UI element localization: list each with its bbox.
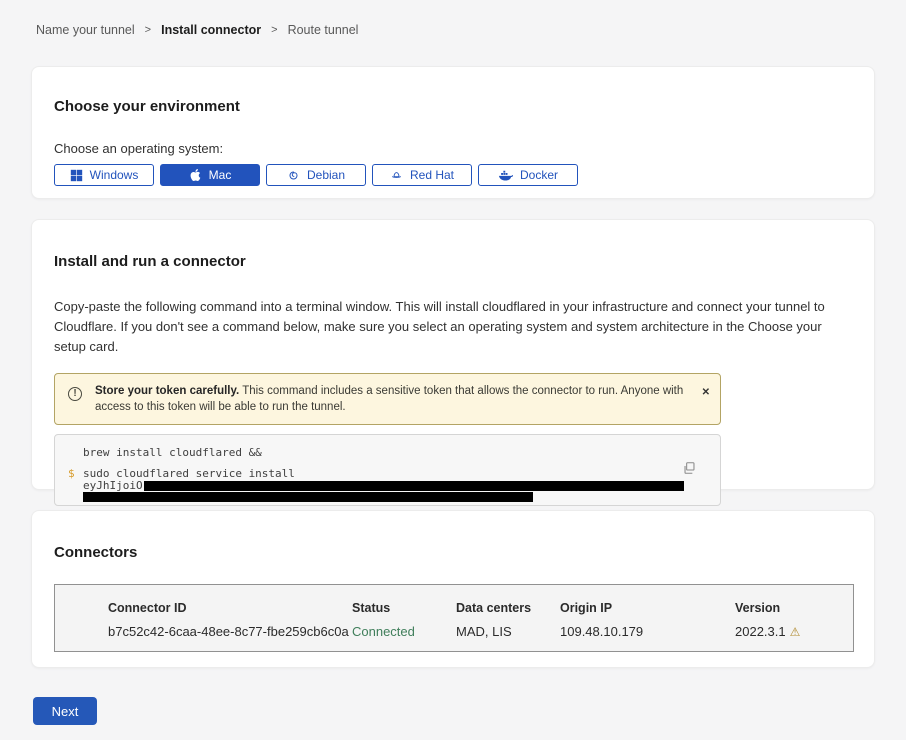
debian-logo-icon [287, 169, 300, 182]
breadcrumb: Name your tunnel > Install connector > R… [0, 0, 906, 37]
os-button-redhat[interactable]: Red Hat [372, 164, 472, 186]
token-warning-banner: ! Store your token carefully. This comma… [54, 373, 721, 425]
os-button-mac[interactable]: Mac [160, 164, 260, 186]
connector-id-value: b7c52c42-6caa-48ee-8c77-fbe259cb6c0a [108, 624, 352, 639]
os-button-label: Debian [307, 168, 345, 182]
col-header-connector-id: Connector ID [108, 601, 352, 615]
environment-card: Choose your environment Choose an operat… [31, 66, 875, 199]
status-badge: Connected [352, 624, 456, 639]
os-button-label: Red Hat [410, 168, 454, 182]
install-connector-card: Install and run a connector Copy-paste t… [31, 219, 875, 490]
os-button-windows[interactable]: Windows [54, 164, 154, 186]
table-row: b7c52c42-6caa-48ee-8c77-fbe259cb6c0a Con… [108, 624, 853, 639]
breadcrumb-route-tunnel[interactable]: Route tunnel [288, 23, 359, 37]
token-redaction-bar [83, 492, 533, 502]
col-header-origin-ip: Origin IP [560, 601, 735, 615]
docker-logo-icon [498, 169, 513, 182]
next-button[interactable]: Next [33, 697, 97, 725]
install-description: Copy-paste the following command into a … [54, 297, 850, 357]
connectors-card-title: Connectors [54, 544, 852, 561]
warning-triangle-icon: ⚠ [790, 626, 801, 638]
origin-ip-value: 109.48.10.179 [560, 624, 735, 639]
data-centers-value: MAD, LIS [456, 624, 560, 639]
apple-logo-icon [189, 168, 202, 182]
connectors-table: Connector ID Status Data centers Origin … [54, 584, 854, 652]
breadcrumb-separator: > [271, 24, 277, 36]
install-command-code-block: brew install cloudflared && $sudo cloudf… [54, 434, 721, 506]
os-button-debian[interactable]: Debian [266, 164, 366, 186]
windows-logo-icon [70, 169, 83, 182]
redhat-logo-icon [390, 169, 403, 182]
breadcrumb-separator: > [145, 24, 151, 36]
tunnel-setup-page: Name your tunnel > Install connector > R… [0, 0, 906, 740]
col-header-status: Status [352, 601, 456, 615]
connectors-card: Connectors Connector ID Status Data cent… [31, 510, 875, 668]
version-value: 2022.3.1 ⚠ [735, 624, 853, 639]
warning-bold-text: Store your token carefully. [95, 385, 239, 397]
connectors-table-header: Connector ID Status Data centers Origin … [108, 601, 853, 615]
environment-card-title: Choose your environment [54, 98, 852, 115]
copy-icon[interactable] [683, 461, 696, 478]
warning-circle-icon: ! [68, 387, 82, 401]
install-card-title: Install and run a connector [54, 253, 852, 270]
os-button-docker[interactable]: Docker [478, 164, 578, 186]
os-button-label: Mac [209, 168, 232, 182]
token-redaction-bar [144, 481, 684, 491]
shell-prompt: $ [68, 468, 75, 480]
os-select-label: Choose an operating system: [54, 141, 852, 156]
breadcrumb-install-connector[interactable]: Install connector [161, 23, 261, 37]
token-prefix-text: eyJhIjoiO [83, 480, 143, 491]
os-button-row: Windows Mac Debian [54, 164, 852, 186]
code-line-brew: brew install cloudflared && [83, 447, 720, 459]
close-icon[interactable]: ✕ [702, 388, 710, 398]
token-line: eyJhIjoiO [83, 480, 720, 491]
code-line-sudo: $sudo cloudflared service install [83, 468, 720, 480]
col-header-version: Version [735, 601, 853, 615]
os-button-label: Windows [90, 168, 139, 182]
os-button-label: Docker [520, 168, 558, 182]
breadcrumb-name-your-tunnel[interactable]: Name your tunnel [36, 23, 135, 37]
col-header-data-centers: Data centers [456, 601, 560, 615]
